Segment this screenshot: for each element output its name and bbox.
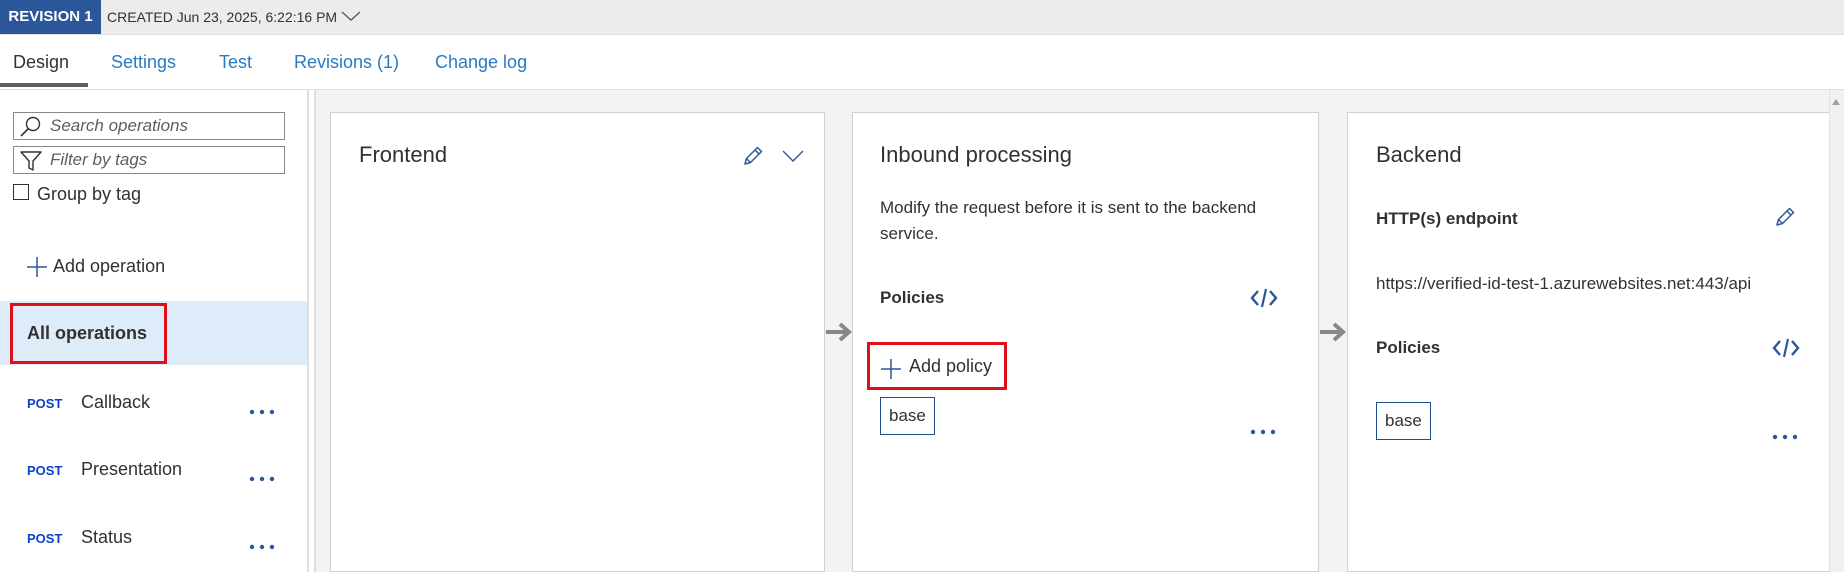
search-icon	[19, 116, 43, 143]
tab-revisions[interactable]: Revisions (1)	[294, 34, 399, 87]
chevron-down-icon[interactable]	[781, 149, 805, 168]
flow-arrow-icon	[1318, 321, 1348, 348]
filter-input[interactable]	[50, 149, 278, 171]
inbound-title: Inbound processing	[880, 142, 1073, 167]
http-verb-badge: POST	[27, 396, 63, 411]
revision-created: CREATED Jun 23, 2025, 6:22:16 PM	[107, 9, 338, 25]
backend-title: Backend	[1376, 142, 1462, 167]
operation-item-presentation[interactable]: POST Presentation	[0, 456, 307, 486]
scroll-up-arrow-icon[interactable]	[1831, 93, 1841, 111]
tab-settings[interactable]: Settings	[111, 34, 176, 87]
more-options-icon[interactable]	[1772, 427, 1798, 445]
highlight-box-all-operations	[10, 303, 167, 364]
add-operation-label: Add operation	[53, 256, 166, 276]
tab-change-log[interactable]: Change log	[435, 34, 527, 87]
edit-pencil-icon[interactable]	[741, 144, 765, 173]
http-verb-badge: POST	[27, 463, 63, 478]
inbound-policies-label: Policies	[880, 288, 945, 307]
search-input[interactable]	[50, 115, 278, 137]
backend-policies-label: Policies	[1376, 338, 1441, 357]
policy-tag-base[interactable]: base	[1376, 402, 1431, 440]
more-options-icon[interactable]	[249, 402, 275, 420]
code-editor-icon[interactable]	[1250, 287, 1278, 314]
revision-badge: REVISION 1	[0, 0, 101, 34]
filter-icon	[19, 150, 43, 177]
code-editor-icon[interactable]	[1772, 337, 1800, 364]
more-options-icon[interactable]	[1250, 422, 1276, 440]
active-tab-indicator	[0, 83, 88, 87]
inbound-description: Modify the request before it is sent to …	[880, 198, 1257, 243]
operation-name: Callback	[81, 392, 151, 412]
pane-divider	[307, 90, 309, 572]
highlight-box-add-policy	[867, 342, 1007, 390]
flow-arrow-icon	[824, 321, 854, 348]
policy-tag-base[interactable]: base	[880, 397, 935, 435]
http-verb-badge: POST	[27, 531, 63, 546]
search-operations-box[interactable]	[13, 112, 285, 140]
group-by-tag-label: Group by tag	[37, 184, 142, 204]
operation-name: Status	[81, 527, 133, 547]
endpoint-url: https://verified-id-test-1.azurewebsites…	[1376, 274, 1752, 293]
tab-test[interactable]: Test	[219, 34, 252, 87]
plus-icon	[26, 256, 48, 283]
operation-item-status[interactable]: POST Status	[0, 524, 307, 554]
revision-bar: REVISION 1 CREATED Jun 23, 2025, 6:22:16…	[0, 0, 1844, 35]
more-options-icon[interactable]	[249, 537, 275, 555]
endpoint-label: HTTP(s) endpoint	[1376, 209, 1518, 228]
backend-card: Backend HTTP(s) endpoint https://verifie…	[1347, 112, 1842, 572]
edit-pencil-icon[interactable]	[1773, 205, 1797, 234]
more-options-icon[interactable]	[249, 469, 275, 487]
operation-name: Presentation	[81, 459, 183, 479]
vertical-scrollbar[interactable]	[1829, 90, 1844, 572]
operation-item-callback[interactable]: POST Callback	[0, 389, 307, 419]
chevron-down-icon[interactable]	[340, 9, 362, 28]
group-by-tag-checkbox[interactable]	[13, 184, 29, 200]
tab-bar: Design Settings Test Revisions (1) Chang…	[0, 34, 1844, 90]
filter-tags-box[interactable]	[13, 146, 285, 174]
frontend-title: Frontend	[359, 142, 448, 167]
tab-design[interactable]: Design	[13, 34, 69, 87]
frontend-card: Frontend	[330, 112, 825, 572]
